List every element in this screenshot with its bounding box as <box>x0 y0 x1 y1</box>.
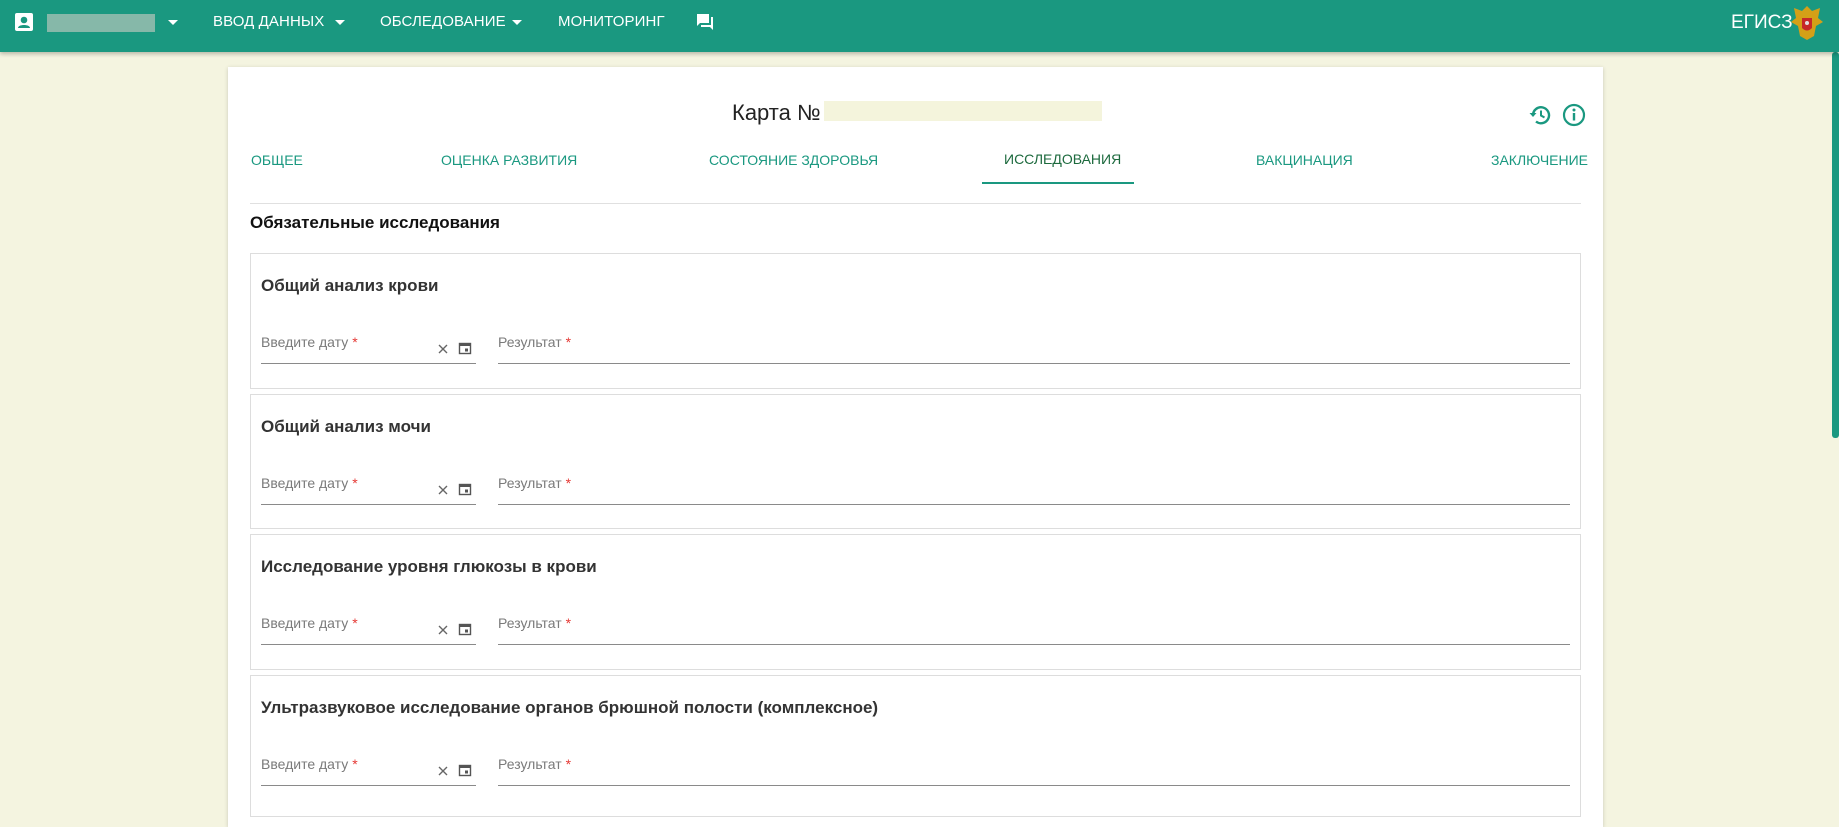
result-input[interactable]: Результат * <box>498 615 1570 645</box>
chat-icon[interactable] <box>695 12 715 32</box>
account-box-icon[interactable] <box>14 12 34 32</box>
study-title: Общий анализ крови <box>261 276 439 295</box>
required-mark: * <box>565 475 572 491</box>
study-title: Общий анализ мочи <box>261 417 431 436</box>
top-app-bar: ВВОД ДАННЫХ ОБСЛЕДОВАНИЕ МОНИТОРИНГ ЕГИС… <box>0 0 1839 52</box>
clear-icon[interactable] <box>437 483 449 495</box>
result-input[interactable]: Результат * <box>498 334 1570 364</box>
coat-of-arms-icon <box>1790 2 1824 42</box>
date-input[interactable]: Введите дату * <box>261 615 476 645</box>
clear-icon[interactable] <box>437 342 449 354</box>
nav-label: ВВОД ДАННЫХ <box>213 13 325 30</box>
calendar-icon[interactable] <box>458 622 472 636</box>
scrollbar-thumb[interactable] <box>1832 52 1839 438</box>
date-input[interactable]: Введите дату * <box>261 334 476 364</box>
study-block: Исследование уровня глюкозы в крови Введ… <box>250 534 1581 670</box>
required-mark: * <box>352 756 358 772</box>
study-title: Исследование уровня глюкозы в крови <box>261 557 597 576</box>
info-icon[interactable] <box>1561 102 1587 128</box>
calendar-icon[interactable] <box>458 482 472 496</box>
caret-down-icon[interactable] <box>512 20 522 25</box>
nav-menu-examination[interactable]: ОБСЛЕДОВАНИЕ <box>380 13 506 30</box>
result-label: Результат * <box>498 475 572 491</box>
required-mark: * <box>352 334 358 350</box>
date-label: Введите дату * <box>261 615 358 631</box>
study-block: Общий анализ мочи Введите дату * Результа… <box>250 394 1581 529</box>
tabs-divider <box>250 203 1581 204</box>
tab-active-indicator <box>982 182 1134 184</box>
nav-menu-data-entry[interactable]: ВВОД ДАННЫХ <box>213 13 324 30</box>
result-input[interactable]: Результат * <box>498 475 1570 505</box>
nav-label: ОБСЛЕДОВАНИЕ <box>380 13 506 30</box>
clear-icon[interactable] <box>437 623 449 635</box>
nav-label: МОНИТОРИНГ <box>558 13 665 30</box>
caret-down-icon[interactable] <box>168 20 178 25</box>
date-label: Введите дату * <box>261 475 358 491</box>
date-label: Введите дату * <box>261 334 358 350</box>
date-input[interactable]: Введите дату * <box>261 756 476 786</box>
result-label: Результат * <box>498 615 572 631</box>
tab-health-status[interactable]: Состояние здоровья <box>709 152 878 188</box>
caret-down-icon[interactable] <box>335 20 345 25</box>
required-mark: * <box>565 615 572 631</box>
section-title: Обязательные исследования <box>250 213 500 232</box>
result-label: Результат * <box>498 334 572 350</box>
date-label: Введите дату * <box>261 756 358 772</box>
study-block: Общий анализ крови Введите дату * Результ… <box>250 253 1581 389</box>
result-input[interactable]: Результат * <box>498 756 1570 786</box>
tab-general[interactable]: Общее <box>251 152 303 188</box>
date-input[interactable]: Введите дату * <box>261 475 476 505</box>
required-mark: * <box>565 756 572 772</box>
result-label: Результат * <box>498 756 572 772</box>
nav-menu-monitoring[interactable]: МОНИТОРИНГ <box>558 13 665 30</box>
study-title: Ультразвуковое исследование органов брюш… <box>261 698 879 717</box>
card-number <box>824 101 1102 121</box>
history-icon[interactable] <box>1528 102 1554 128</box>
calendar-icon[interactable] <box>458 763 472 777</box>
user-name[interactable] <box>47 14 155 32</box>
child-card: Карта № Общее Оценка развития Состояние … <box>228 67 1603 827</box>
tab-vaccination[interactable]: Вакцинация <box>1256 152 1353 188</box>
required-mark: * <box>352 475 358 491</box>
card-title: Карта № <box>732 100 821 125</box>
clear-icon[interactable] <box>437 764 449 776</box>
tab-development[interactable]: Оценка развития <box>441 152 577 188</box>
calendar-icon[interactable] <box>458 341 472 355</box>
brand-egisz: ЕГИСЗ <box>1731 12 1793 33</box>
required-mark: * <box>352 615 358 631</box>
study-block: Ультразвуковое исследование органов брюш… <box>250 675 1581 817</box>
tab-conclusion[interactable]: Заключение <box>1491 152 1588 188</box>
required-mark: * <box>565 334 572 350</box>
